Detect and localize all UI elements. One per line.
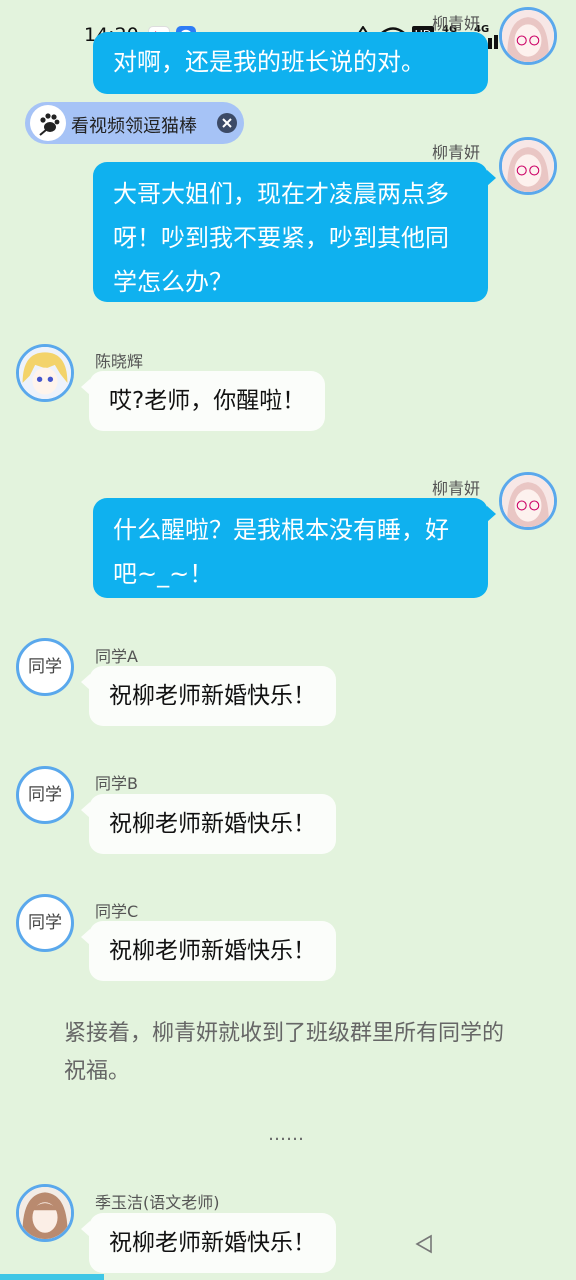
sender-name: 同学C xyxy=(95,902,139,921)
paw-icon xyxy=(30,105,66,141)
avatar-liu-qingyan[interactable] xyxy=(499,137,557,195)
avatar-classmate-c[interactable]: 同学 xyxy=(16,894,74,952)
avatar-text: 同学 xyxy=(28,913,62,933)
sender-name: 季玉洁(语文老师) xyxy=(95,1193,220,1212)
message-bubble-other[interactable]: 祝柳老师新婚快乐！ xyxy=(89,921,336,981)
sender-name: 同学A xyxy=(95,647,138,666)
message-text: 祝柳老师新婚快乐！ xyxy=(109,1230,316,1256)
sender-name: 柳青妍 xyxy=(432,479,481,498)
promo-label: 看视频领逗猫棒 xyxy=(71,116,197,137)
avatar-text: 同学 xyxy=(28,657,62,677)
message-text: 祝柳老师新婚快乐！ xyxy=(109,811,316,837)
sender-name: 柳青妍 xyxy=(432,14,481,33)
message-text: 祝柳老师新婚快乐！ xyxy=(109,683,316,709)
sender-name: 同学B xyxy=(95,774,138,793)
sender-name: 陈晓辉 xyxy=(95,352,144,371)
message-text: 什么醒啦？是我根本没有睡，好吧~_~！ xyxy=(113,516,449,588)
back-triangle-icon[interactable] xyxy=(414,1234,434,1254)
watch-video-reward-pill[interactable]: 看视频领逗猫棒 xyxy=(25,102,244,144)
bubble-tail xyxy=(81,674,90,690)
message-bubble-other[interactable]: 祝柳老师新婚快乐！ xyxy=(89,1213,336,1273)
sender-name: 柳青妍 xyxy=(432,143,481,162)
bubble-tail xyxy=(81,379,90,395)
bubble-tail xyxy=(487,506,496,522)
close-icon[interactable] xyxy=(217,113,237,133)
avatar-chen-xiaohui[interactable] xyxy=(16,344,74,402)
message-text: 对啊，还是我的班长说的对。 xyxy=(113,48,425,76)
bubble-tail xyxy=(81,1221,90,1237)
bubble-tail xyxy=(487,170,496,186)
narration-ellipsis: …… xyxy=(268,1124,304,1145)
narration-text: 紧接着，柳青妍就收到了班级群里所有同学的祝福。 xyxy=(64,1021,505,1084)
bubble-tail xyxy=(81,929,90,945)
message-text: 祝柳老师新婚快乐！ xyxy=(109,938,316,964)
avatar-classmate-a[interactable]: 同学 xyxy=(16,638,74,696)
avatar-ji-yujie[interactable] xyxy=(16,1184,74,1242)
message-bubble-mine[interactable]: 什么醒啦？是我根本没有睡，好吧~_~！ xyxy=(93,498,488,598)
avatar-text: 同学 xyxy=(28,785,62,805)
avatar-liu-qingyan[interactable] xyxy=(499,7,557,65)
avatar-classmate-b[interactable]: 同学 xyxy=(16,766,74,824)
message-bubble-other[interactable]: 哎?老师，你醒啦！ xyxy=(89,371,326,431)
message-text: 大哥大姐们，现在才凌晨两点多呀！吵到我不要紧，吵到其他同学怎么办？ xyxy=(113,180,449,296)
message-bubble-mine[interactable]: 大哥大姐们，现在才凌晨两点多呀！吵到我不要紧，吵到其他同学怎么办？ xyxy=(93,162,488,302)
bubble-tail xyxy=(81,802,90,818)
message-bubble-mine[interactable]: 对啊，还是我的班长说的对。 xyxy=(93,32,488,94)
message-bubble-other[interactable]: 祝柳老师新婚快乐！ xyxy=(89,794,336,854)
message-bubble-other[interactable]: 祝柳老师新婚快乐！ xyxy=(89,666,336,726)
message-text: 哎?老师，你醒啦！ xyxy=(109,388,306,414)
avatar-liu-qingyan[interactable] xyxy=(499,472,557,530)
reading-progress-fill xyxy=(0,1274,104,1280)
reading-progress-track xyxy=(0,1274,576,1280)
